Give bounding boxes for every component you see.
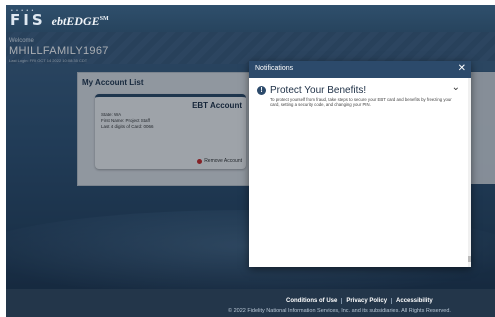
chevron-down-icon[interactable]: ⌄ [452, 82, 460, 93]
brand-logo[interactable]: • • • • • FIS ebtEDGESM [10, 8, 109, 30]
info-alert-icon: ! [257, 86, 266, 95]
footer-links: Conditions of Use Privacy Policy Accessi… [282, 298, 437, 304]
alert-body: To protect yourself from fraud, take ste… [270, 97, 452, 108]
brand-ebtedge: ebtEDGESM [52, 14, 109, 28]
modal-scrollbar[interactable] [468, 78, 471, 267]
modal-title: Notifications [255, 65, 294, 72]
footer-link-privacy[interactable]: Privacy Policy [341, 298, 391, 304]
app-window: • • • • • FIS ebtEDGESM Welcome MHILLFAMI… [6, 5, 495, 317]
brand-ebtedge-text: ebtEDGE [51, 14, 100, 28]
notifications-modal: Notifications ✕ ! Protect Your Benefits!… [249, 61, 471, 267]
footer-link-accessibility[interactable]: Accessibility [391, 298, 437, 304]
alert-title[interactable]: Protect Your Benefits! [270, 85, 366, 96]
logo-dots: • • • • • [11, 8, 35, 14]
footer-link-conditions[interactable]: Conditions of Use [282, 298, 341, 304]
close-icon[interactable]: ✕ [458, 63, 466, 75]
copyright: © 2022 Fidelity National Information Ser… [228, 308, 451, 314]
trademark: SM [99, 16, 109, 22]
top-bar: • • • • • FIS ebtEDGESM [6, 5, 495, 32]
scrollbar-thumb[interactable] [468, 256, 471, 262]
modal-header: Notifications ✕ [249, 61, 471, 78]
